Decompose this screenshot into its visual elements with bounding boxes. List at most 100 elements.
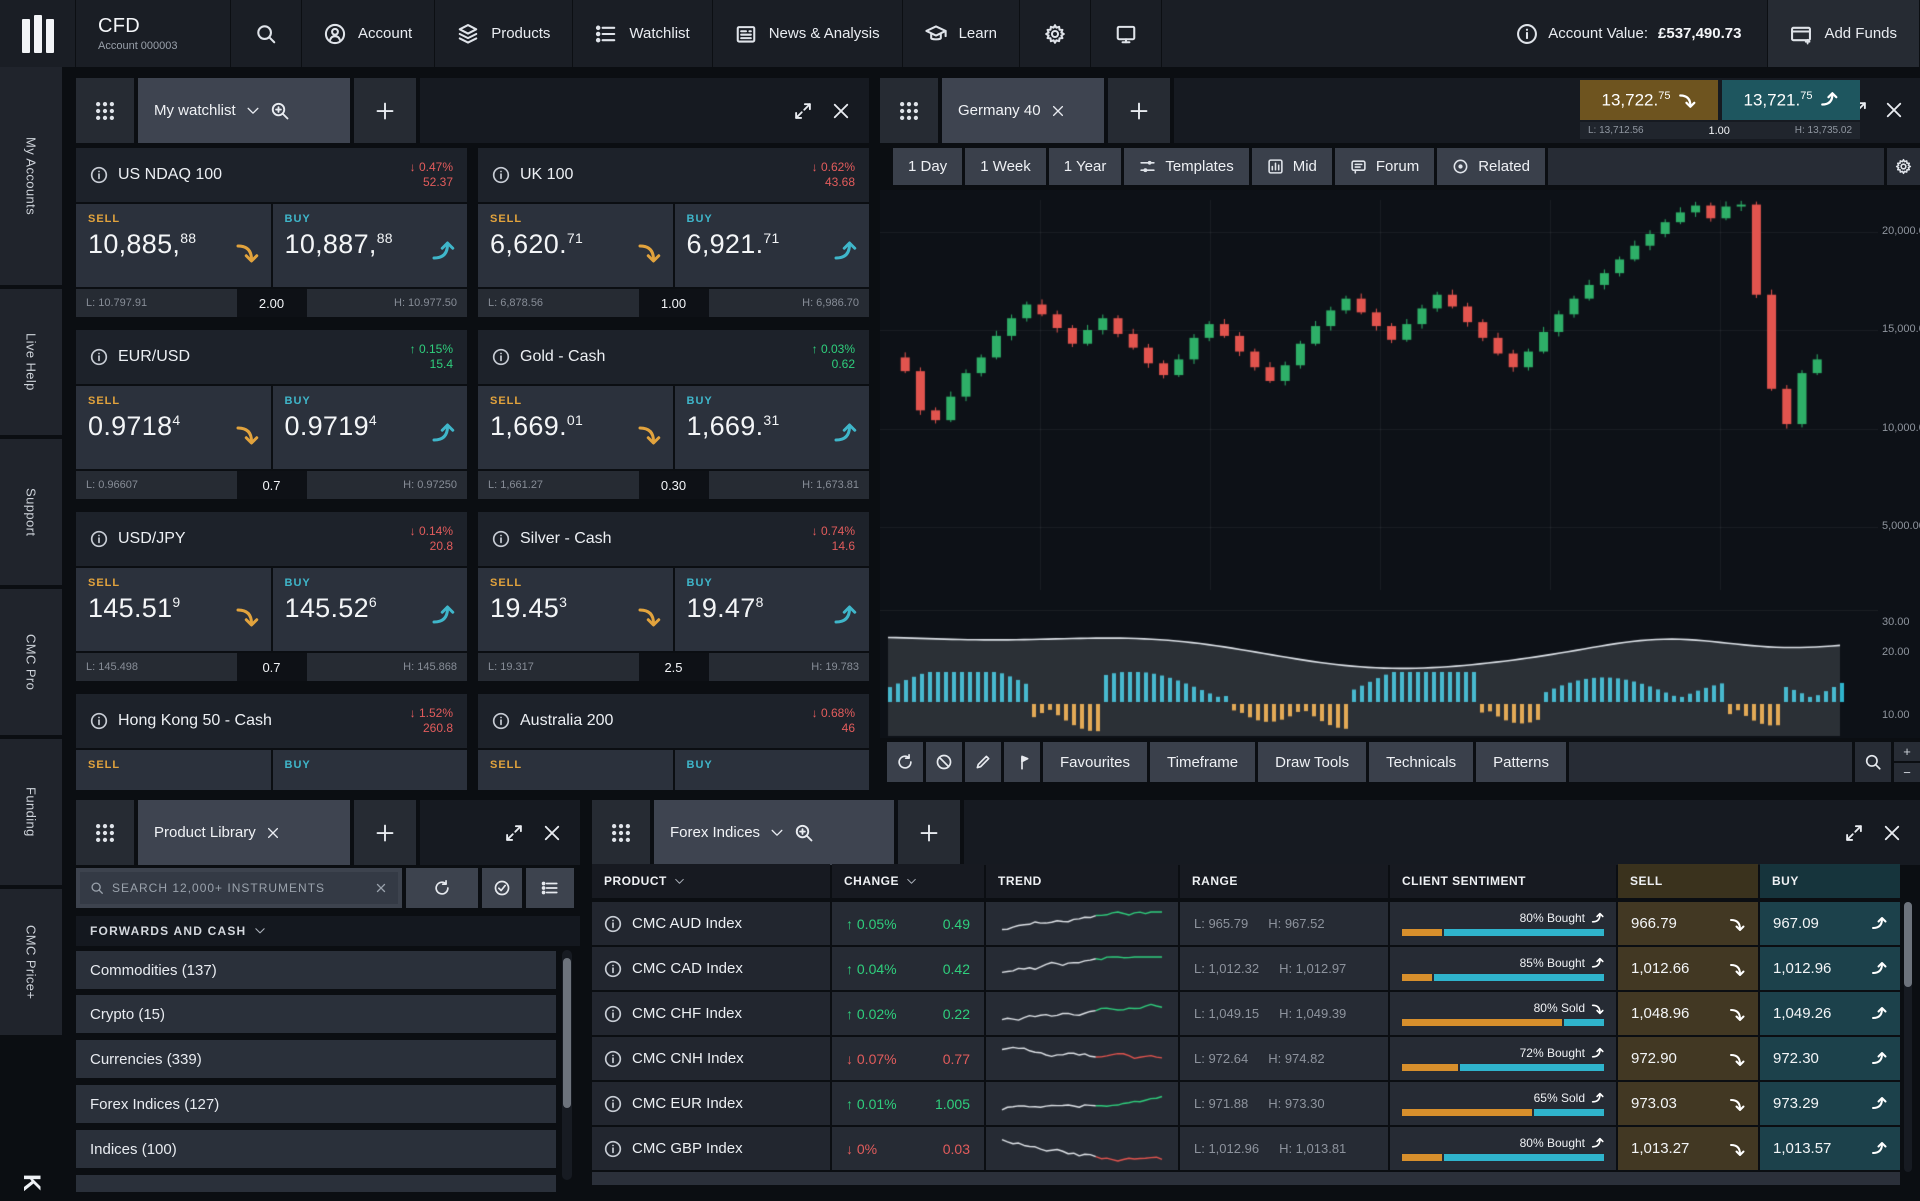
chart-tab[interactable]: Germany 40	[942, 78, 1104, 143]
instrument-name-row[interactable]: US NDAQ 100↓ 0.47%52.37	[76, 148, 467, 202]
chart-sell-price-button[interactable]: 13,722.75	[1580, 80, 1718, 120]
library-section-header[interactable]: FORWARDS AND CASH	[76, 916, 580, 946]
library-module-grid-button[interactable]	[76, 800, 134, 865]
sell-tile[interactable]: SELL10,885,88	[76, 204, 271, 287]
filter-button[interactable]	[482, 868, 522, 908]
tab-mid[interactable]: Mid	[1252, 148, 1332, 185]
sell-price-cell[interactable]: 972.90	[1618, 1037, 1758, 1080]
search-input[interactable]	[112, 881, 366, 895]
toolbar-technicals[interactable]: Technicals	[1369, 742, 1473, 782]
zoom-in-button[interactable]: +	[1894, 742, 1920, 761]
refresh-button[interactable]	[887, 742, 923, 782]
expand-icon[interactable]	[1844, 823, 1864, 843]
library-item-currencies-339[interactable]: Currencies (339)	[76, 1040, 556, 1078]
sell-tile[interactable]: SELL6,620.71	[478, 204, 673, 287]
column-header-change[interactable]: CHANGE	[832, 864, 984, 898]
close-icon[interactable]	[1051, 104, 1065, 118]
clear-search-icon[interactable]	[374, 881, 388, 895]
sidebar-item-live-help[interactable]: Live Help	[0, 289, 62, 435]
buy-price-cell[interactable]: 973.29	[1760, 1082, 1900, 1125]
toolbar-patterns[interactable]: Patterns	[1476, 742, 1566, 782]
instrument-name-row[interactable]: Hong Kong 50 - Cash↓ 1.52%260.8	[76, 694, 467, 748]
sidebar-item-support[interactable]: Support	[0, 439, 62, 585]
sidebar-item-funding[interactable]: Funding	[0, 739, 62, 885]
buy-tile[interactable]: BUY	[675, 750, 870, 790]
list-view-button[interactable]	[526, 868, 574, 908]
tab-related[interactable]: Related	[1437, 148, 1545, 185]
buy-price-cell[interactable]: 972.30	[1760, 1037, 1900, 1080]
sidebar-item-cmc-pro[interactable]: CMC Pro	[0, 589, 62, 735]
sell-tile[interactable]: SELL0.97184	[76, 386, 271, 469]
column-header-sell[interactable]: SELL	[1618, 864, 1758, 898]
column-header-buy[interactable]: BUY	[1760, 864, 1900, 898]
tab-1-day[interactable]: 1 Day	[893, 148, 962, 185]
close-icon[interactable]	[831, 101, 851, 121]
sidebar-item-cmc-price[interactable]: CMC Price+	[0, 889, 62, 1035]
buy-price-cell[interactable]: 1,049.26	[1760, 992, 1900, 1035]
chart-module-grid-button[interactable]	[880, 78, 938, 143]
table-row-product[interactable]: CMC EUR Index	[592, 1082, 830, 1125]
tab-1-week[interactable]: 1 Week	[965, 148, 1046, 185]
close-icon[interactable]	[266, 826, 280, 840]
table-row-product[interactable]: CMC CAD Index	[592, 947, 830, 990]
sell-tile[interactable]: SELL1,669.01	[478, 386, 673, 469]
forex-indices-tab[interactable]: Forex Indices	[654, 800, 894, 865]
watchlist-add-tab-button[interactable]	[354, 78, 416, 143]
column-header-product[interactable]: PRODUCT	[592, 864, 830, 898]
refresh-button[interactable]	[406, 868, 478, 908]
buy-tile[interactable]: BUY6,921.71	[675, 204, 870, 287]
nav-item-display[interactable]	[1091, 0, 1162, 67]
sell-tile[interactable]: SELL	[76, 750, 271, 790]
column-header-range[interactable]: RANGE	[1180, 864, 1388, 898]
sell-price-cell[interactable]: 966.79	[1618, 902, 1758, 945]
close-icon[interactable]	[542, 823, 562, 843]
pointer-button[interactable]	[1004, 742, 1040, 782]
table-row-product[interactable]: CMC GBP Index	[592, 1127, 830, 1170]
table-row-product[interactable]: CMC CHF Index	[592, 992, 830, 1035]
table-row-product[interactable]: CMC AUD Index	[592, 902, 830, 945]
chart-settings-button[interactable]	[1887, 148, 1920, 185]
price-chart[interactable]	[880, 190, 1878, 738]
sell-price-cell[interactable]: 1,012.66	[1618, 947, 1758, 990]
instrument-name-row[interactable]: USD/JPY↓ 0.14%20.8	[76, 512, 467, 566]
table-row-product[interactable]: CMC CNH Index	[592, 1037, 830, 1080]
sidebar-item-my-accounts[interactable]: My Accounts	[0, 67, 62, 285]
buy-tile[interactable]: BUY1,669.31	[675, 386, 870, 469]
buy-tile[interactable]: BUY145.526	[273, 568, 468, 651]
instrument-name-row[interactable]: Australia 200↓ 0.68%46	[478, 694, 869, 748]
sell-price-cell[interactable]: 1,013.27	[1618, 1127, 1758, 1170]
forex-hscrollbar[interactable]	[592, 1172, 1900, 1185]
zoom-out-button[interactable]: −	[1894, 763, 1920, 782]
clear-drawings-button[interactable]	[926, 742, 962, 782]
add-funds-button[interactable]: Add Funds	[1767, 0, 1920, 67]
watchlist-module-grid-button[interactable]	[76, 78, 134, 143]
instrument-name-row[interactable]: EUR/USD↑ 0.15%15.4	[76, 330, 467, 384]
chart-price-axis[interactable]: 20,000.0015,000.0010,000.005,000.0030.00…	[1878, 190, 1920, 738]
sell-tile[interactable]: SELL19.453	[478, 568, 673, 651]
nav-item-account[interactable]: Account	[302, 0, 435, 67]
nav-item-watchlist[interactable]: Watchlist	[573, 0, 712, 67]
sell-price-cell[interactable]: 973.03	[1618, 1082, 1758, 1125]
forex-module-grid-button[interactable]	[592, 800, 650, 865]
nav-item-search[interactable]	[231, 0, 302, 67]
draw-button[interactable]	[965, 742, 1001, 782]
forex-add-tab-button[interactable]	[898, 800, 960, 865]
instrument-name-row[interactable]: UK 100↓ 0.62%43.68	[478, 148, 869, 202]
close-icon[interactable]	[1884, 100, 1904, 120]
watchlist-tab[interactable]: My watchlist	[138, 78, 350, 143]
buy-price-cell[interactable]: 967.09	[1760, 902, 1900, 945]
column-header-client-sentiment[interactable]: CLIENT SENTIMENT	[1390, 864, 1616, 898]
toolbar-timeframe[interactable]: Timeframe	[1150, 742, 1255, 782]
nav-item-news-analysis[interactable]: News & Analysis	[713, 0, 903, 67]
account-switcher[interactable]: CFD Account 000003	[76, 0, 231, 67]
expand-icon[interactable]	[793, 101, 813, 121]
toolbar-draw-tools[interactable]: Draw Tools	[1258, 742, 1366, 782]
tab-templates[interactable]: Templates	[1124, 148, 1248, 185]
tab-1-year[interactable]: 1 Year	[1049, 148, 1122, 185]
library-item-forex-indices-127[interactable]: Forex Indices (127)	[76, 1085, 556, 1123]
forex-scrollbar[interactable]	[1904, 902, 1912, 1172]
expand-icon[interactable]	[504, 823, 524, 843]
tab-forum[interactable]: Forum	[1335, 148, 1434, 185]
instrument-name-row[interactable]: Silver - Cash↓ 0.74%14.6	[478, 512, 869, 566]
buy-tile[interactable]: BUY19.478	[675, 568, 870, 651]
